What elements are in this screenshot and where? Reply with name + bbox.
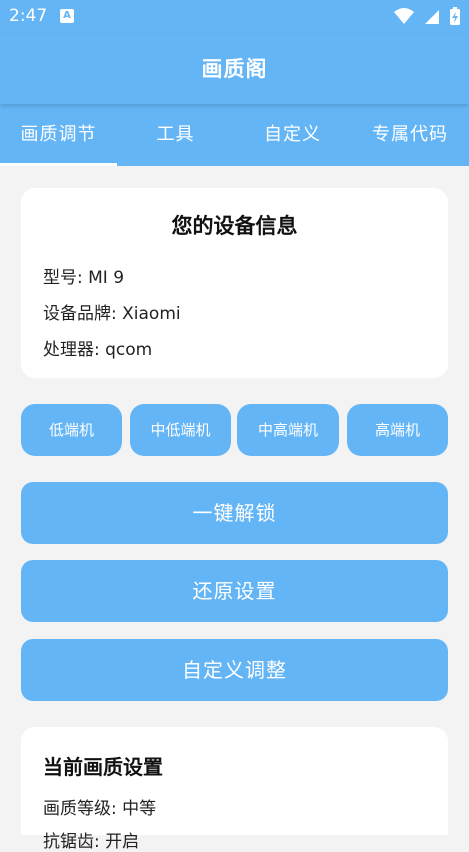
device-info-title: 您的设备信息: [171, 214, 298, 238]
custom-adjust-button[interactable]: 自定义调整: [21, 639, 448, 701]
tab-tools[interactable]: 工具: [117, 104, 234, 166]
quality-level-label: 画质等级:: [43, 799, 123, 819]
notification-a-icon: A: [60, 9, 74, 23]
current-settings-card: 当前画质设置 画质等级: 中等 抗锯齿: 开启: [21, 727, 448, 852]
low-end-button[interactable]: 低端机: [21, 404, 122, 456]
current-settings-title: 当前画质设置: [43, 755, 163, 779]
tab-exclusive-code[interactable]: 专属代码: [351, 104, 469, 166]
tab-bar: 画质调节 工具 自定义 专属代码: [0, 104, 469, 166]
one-click-unlock-button[interactable]: 一键解锁: [21, 482, 448, 544]
device-brand-row: 设备品牌: Xiaomi: [43, 299, 181, 324]
device-processor-value: qcom: [105, 340, 153, 360]
quality-level-value: 中等: [122, 799, 157, 819]
mid-high-end-button[interactable]: 中高端机: [237, 404, 339, 456]
tab-custom[interactable]: 自定义: [234, 104, 351, 166]
status-time: 2:47: [9, 6, 48, 26]
device-info-card: 您的设备信息 型号: MI 9 设备品牌: Xiaomi 处理器: qcom: [21, 188, 448, 378]
device-processor-row: 处理器: qcom: [43, 335, 152, 360]
high-end-button[interactable]: 高端机: [347, 404, 448, 456]
device-model-row: 型号: MI 9: [43, 263, 124, 288]
device-processor-label: 处理器:: [43, 340, 106, 360]
device-model-value: MI 9: [88, 268, 125, 288]
device-model-label: 型号:: [43, 268, 89, 288]
anti-aliasing-label: 抗锯齿:: [43, 832, 106, 852]
app-bar: 画质阁: [0, 34, 469, 104]
device-brand-value: Xiaomi: [122, 304, 181, 324]
signal-icon: [424, 10, 439, 24]
wifi-icon: [393, 8, 414, 24]
battery-charging-icon: [450, 7, 460, 25]
anti-aliasing-row: 抗锯齿: 开启: [43, 827, 139, 852]
anti-aliasing-value: 开启: [105, 832, 140, 852]
restore-settings-button[interactable]: 还原设置: [21, 560, 448, 622]
mid-low-end-button[interactable]: 中低端机: [130, 404, 231, 456]
status-bar: 2:47 A: [0, 0, 469, 34]
system-icons: [390, 6, 461, 26]
tab-quality[interactable]: 画质调节: [0, 104, 117, 166]
quality-level-row: 画质等级: 中等: [43, 794, 156, 819]
device-brand-label: 设备品牌:: [43, 304, 123, 324]
app-title: 画质阁: [201, 57, 268, 81]
